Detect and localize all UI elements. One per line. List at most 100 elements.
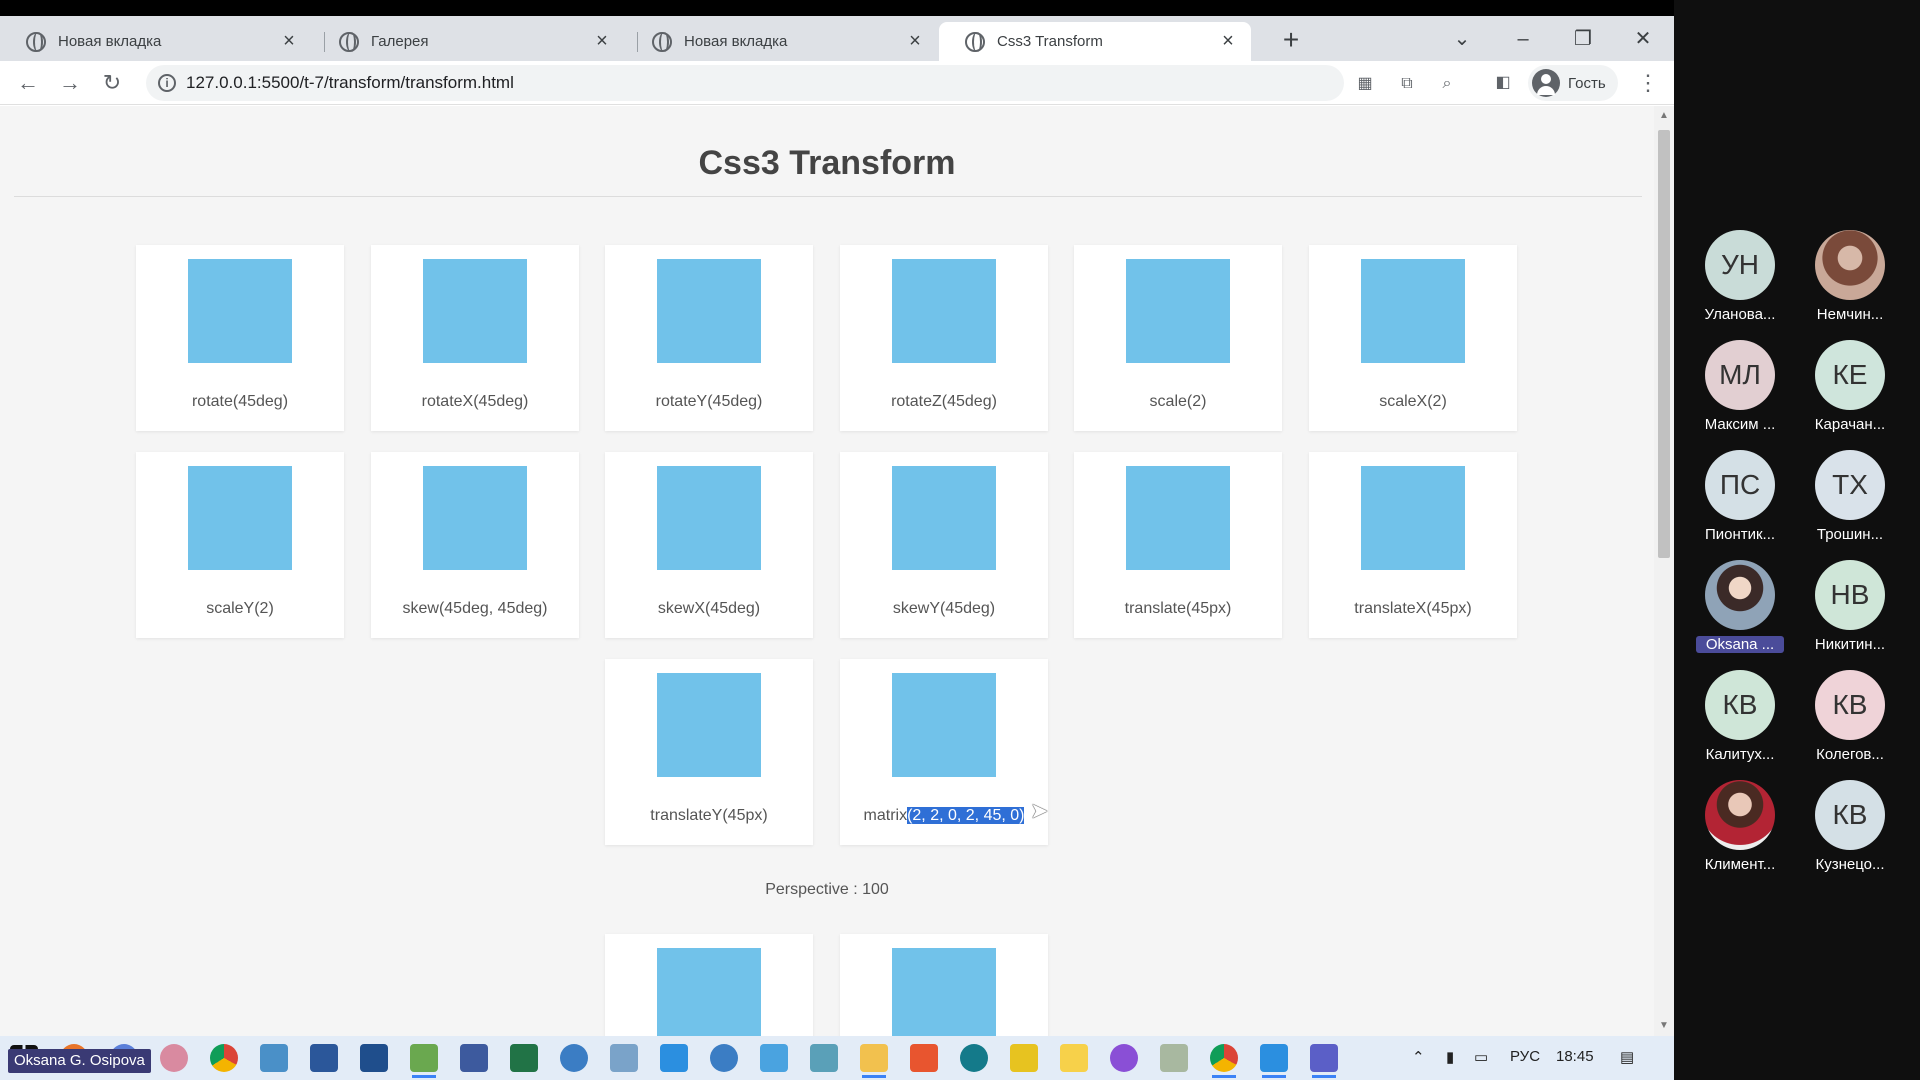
scroll-down-icon[interactable]: ▼ — [1658, 1020, 1670, 1031]
notifications-icon[interactable]: ▤ — [1620, 1048, 1634, 1066]
shared-screen: Новая вкладка × Галерея × Новая вкладка … — [0, 16, 1674, 1080]
url-text[interactable]: 127.0.0.1:5500/t-7/transform/transform.h… — [186, 73, 514, 93]
card-label: translate(45px) — [1124, 600, 1232, 617]
participant-tile[interactable]: КВ Калитух... — [1690, 670, 1790, 770]
avatar: КВ — [1815, 670, 1885, 740]
scrollbar-thumb[interactable] — [1658, 130, 1670, 558]
card-label[interactable]: matrix(2, 2, 0, 2, 45, 0) — [840, 807, 1048, 825]
participant-tile[interactable]: КВ Кузнецо... — [1800, 780, 1900, 880]
side-panel-icon[interactable]: ◧ — [1490, 70, 1516, 96]
brave-icon[interactable] — [910, 1044, 938, 1072]
app-icon[interactable] — [810, 1044, 838, 1072]
page-scrollbar[interactable]: ▲ ▼ — [1654, 106, 1674, 1036]
close-icon[interactable]: × — [278, 30, 300, 53]
divider — [14, 196, 1642, 197]
qr-code-icon[interactable]: ▦ — [1352, 71, 1378, 97]
close-icon[interactable]: × — [1217, 30, 1239, 53]
card-label: translateY(45px) — [650, 807, 768, 824]
card-label: rotateX(45deg) — [421, 393, 529, 410]
card-rotatex: rotateX(45deg) — [371, 245, 579, 431]
window-close-icon[interactable]: ✕ — [1623, 24, 1663, 54]
card-label: rotateZ(45deg) — [891, 393, 997, 410]
app-icon[interactable] — [260, 1044, 288, 1072]
vscode-icon[interactable] — [660, 1044, 688, 1072]
app-icon[interactable] — [460, 1044, 488, 1072]
teams-icon[interactable] — [1310, 1044, 1338, 1078]
forward-icon[interactable]: → — [54, 67, 86, 99]
demo-square — [423, 259, 527, 363]
avatar: МЛ — [1705, 340, 1775, 410]
app-icon[interactable] — [710, 1044, 738, 1072]
tab-css3-transform[interactable]: Css3 Transform × — [939, 22, 1251, 61]
participant-tile[interactable]: МЛ Максим ... — [1690, 340, 1790, 440]
play-icon[interactable] — [760, 1044, 788, 1072]
excel-icon[interactable] — [510, 1044, 538, 1072]
word-icon[interactable] — [310, 1044, 338, 1072]
chrome-icon[interactable] — [1210, 1044, 1238, 1078]
chrome-icon[interactable] — [210, 1044, 238, 1072]
close-icon[interactable]: × — [904, 30, 926, 53]
participant-tile[interactable]: Климент... — [1690, 780, 1790, 880]
participant-tile[interactable]: УН Уланова... — [1690, 230, 1790, 330]
profile-button[interactable]: Гость — [1528, 65, 1618, 101]
participant-tile[interactable]: ТХ Трошин... — [1800, 450, 1900, 550]
card-perspective-1 — [605, 934, 813, 1036]
address-bar[interactable]: i 127.0.0.1:5500/t-7/transform/transform… — [146, 65, 1451, 101]
app-icon[interactable] — [160, 1044, 188, 1072]
demo-square — [188, 259, 292, 363]
demo-square — [1361, 466, 1465, 570]
translate-icon[interactable]: ⧉ — [1394, 71, 1420, 97]
card-scale: scale(2) — [1074, 245, 1282, 431]
card-skew: skew(45deg, 45deg) — [371, 452, 579, 638]
language-indicator[interactable]: РУС — [1510, 1048, 1540, 1065]
participant-tile[interactable]: Oksana ... — [1690, 560, 1790, 660]
app-icon[interactable] — [410, 1044, 438, 1078]
app-icon[interactable] — [360, 1044, 388, 1072]
zoom-icon[interactable]: ⌕ — [1434, 71, 1460, 97]
app-icon[interactable] — [610, 1044, 638, 1072]
tab-bar: Новая вкладка × Галерея × Новая вкладка … — [0, 16, 1674, 61]
participant-tile[interactable]: Немчин... — [1800, 230, 1900, 330]
participant-tile[interactable]: НВ Никитин... — [1800, 560, 1900, 660]
demo-square — [892, 673, 996, 777]
avatar — [1705, 780, 1775, 850]
app-icon[interactable] — [1110, 1044, 1138, 1072]
participant-name: Пионтик... — [1704, 526, 1776, 543]
back-icon[interactable]: ← — [12, 67, 44, 99]
battery-icon[interactable]: ▭ — [1474, 1048, 1488, 1066]
tab-gallery[interactable]: Галерея × — [313, 22, 625, 61]
app-icon[interactable] — [1010, 1044, 1038, 1072]
restore-icon[interactable]: ❐ — [1563, 24, 1603, 54]
microphone-icon[interactable]: ▮ — [1446, 1048, 1454, 1066]
info-icon[interactable]: i — [158, 74, 176, 92]
app-icon[interactable] — [1060, 1044, 1088, 1072]
tab-new-1[interactable]: Новая вкладка × — [0, 22, 312, 61]
card-perspective-2 — [840, 934, 1048, 1036]
app-icon[interactable] — [560, 1044, 588, 1072]
globe-icon — [965, 31, 985, 52]
avatar — [1705, 560, 1775, 630]
chevron-up-icon[interactable]: ⌃ — [1412, 1048, 1425, 1066]
folder-icon[interactable] — [860, 1044, 888, 1078]
minimize-icon[interactable]: – — [1503, 24, 1543, 54]
participant-tile[interactable]: КЕ Карачан... — [1800, 340, 1900, 440]
reload-icon[interactable]: ↻ — [96, 67, 128, 99]
clock[interactable]: 18:45 — [1556, 1048, 1594, 1065]
app-icon[interactable] — [1160, 1044, 1188, 1072]
card-label: scaleX(2) — [1379, 393, 1447, 410]
card-matrix: matrix(2, 2, 0, 2, 45, 0) — [840, 659, 1048, 845]
scroll-up-icon[interactable]: ▲ — [1658, 110, 1670, 121]
card-translate: translate(45px) — [1074, 452, 1282, 638]
avatar: НВ — [1815, 560, 1885, 630]
participant-tile[interactable]: КВ Колегов... — [1800, 670, 1900, 770]
participant-tile[interactable]: ПС Пионтик... — [1690, 450, 1790, 550]
selected-text[interactable]: (2, 2, 0, 2, 45, 0) — [907, 807, 1025, 824]
demo-square — [657, 259, 761, 363]
app-icon[interactable] — [960, 1044, 988, 1072]
new-tab-button[interactable]: + — [1276, 26, 1306, 56]
close-icon[interactable]: × — [591, 30, 613, 53]
tab-new-2[interactable]: Новая вкладка × — [626, 22, 938, 61]
menu-icon[interactable]: ⋮ — [1636, 67, 1660, 99]
tab-search-icon[interactable]: ⌄ — [1442, 24, 1482, 54]
vscode-icon[interactable] — [1260, 1044, 1288, 1078]
